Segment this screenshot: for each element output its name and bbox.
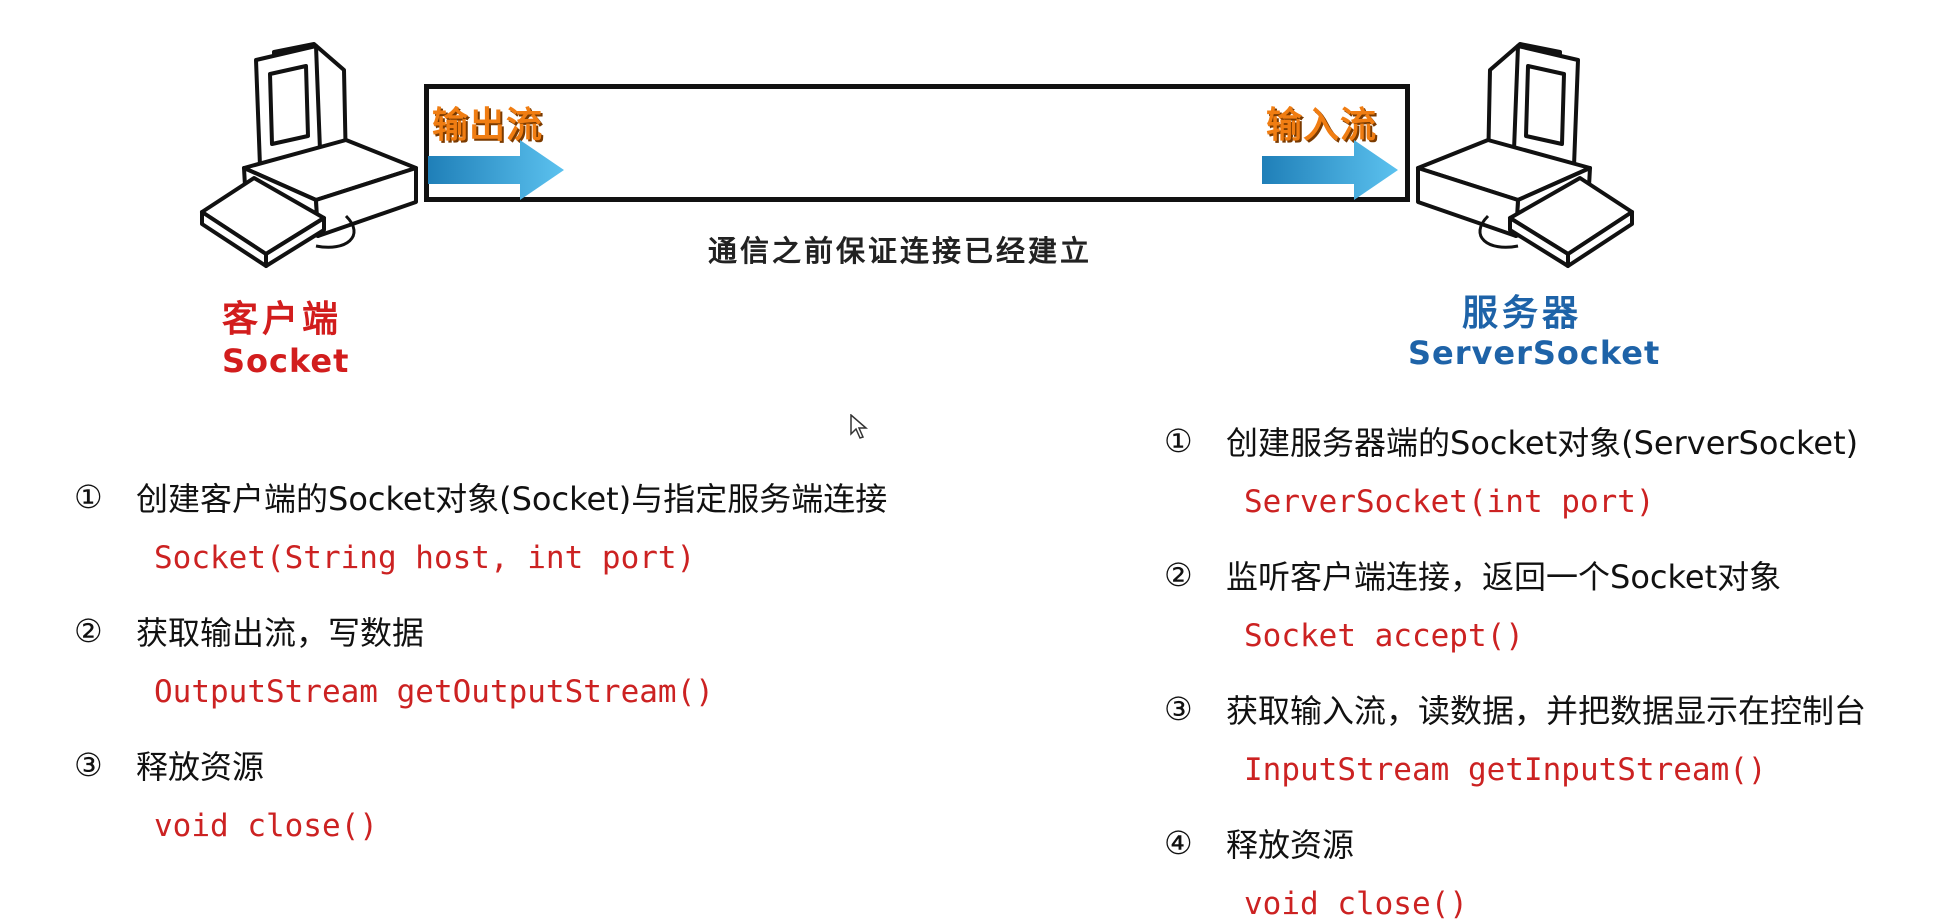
- step-text: 释放资源: [1226, 826, 1355, 864]
- server-step: ② 监听客户端连接，返回一个Socket对象: [1164, 552, 1866, 598]
- step-number: ③: [1164, 690, 1193, 728]
- output-arrow-icon: [428, 140, 564, 200]
- step-code: void close(): [1244, 886, 1468, 922]
- client-subtitle: Socket: [222, 342, 350, 380]
- client-step: ② 获取输出流，写数据: [74, 608, 887, 654]
- server-step: ③ 获取输入流，读数据，并把数据显示在控制台: [1164, 686, 1866, 732]
- server-step: ① 创建服务器端的Socket对象(ServerSocket): [1164, 418, 1866, 464]
- step-text: 创建客户端的Socket对象(Socket)与指定服务端连接: [136, 480, 888, 518]
- step-code: Socket accept(): [1244, 618, 1524, 654]
- connection-caption: 通信之前保证连接已经建立: [708, 234, 1093, 268]
- input-arrow-icon: [1262, 140, 1398, 200]
- step-code: Socket(String host, int port): [154, 540, 696, 576]
- step-code: OutputStream getOutputStream(): [154, 674, 714, 710]
- step-text: 获取输出流，写数据: [136, 614, 425, 652]
- step-text: 释放资源: [136, 748, 265, 786]
- server-computer-icon: [1416, 42, 1634, 268]
- client-steps: ① 创建客户端的Socket对象(Socket)与指定服务端连接 Socket(…: [74, 474, 887, 844]
- step-text: 监听客户端连接，返回一个Socket对象: [1226, 558, 1782, 596]
- server-steps: ① 创建服务器端的Socket对象(ServerSocket) ServerSo…: [1164, 418, 1866, 922]
- step-number: ①: [1164, 422, 1193, 460]
- server-subtitle: ServerSocket: [1408, 334, 1661, 372]
- client-step: ① 创建客户端的Socket对象(Socket)与指定服务端连接: [74, 474, 887, 520]
- server-step: ④ 释放资源: [1164, 820, 1866, 866]
- step-number: ①: [74, 478, 103, 516]
- step-text: 获取输入流，读数据，并把数据显示在控制台: [1226, 692, 1867, 730]
- step-number: ②: [74, 612, 103, 650]
- step-number: ④: [1164, 824, 1193, 862]
- step-number: ②: [1164, 556, 1193, 594]
- step-code: void close(): [154, 808, 378, 844]
- client-computer-icon: [200, 42, 418, 268]
- step-code: InputStream getInputStream(): [1244, 752, 1767, 788]
- client-title: 客户端: [222, 299, 343, 340]
- mouse-cursor-icon: [850, 414, 868, 439]
- server-title: 服务器: [1462, 293, 1583, 334]
- client-step: ③ 释放资源: [74, 742, 887, 788]
- step-text: 创建服务器端的Socket对象(ServerSocket): [1226, 424, 1859, 462]
- step-number: ③: [74, 746, 103, 784]
- step-code: ServerSocket(int port): [1244, 484, 1655, 520]
